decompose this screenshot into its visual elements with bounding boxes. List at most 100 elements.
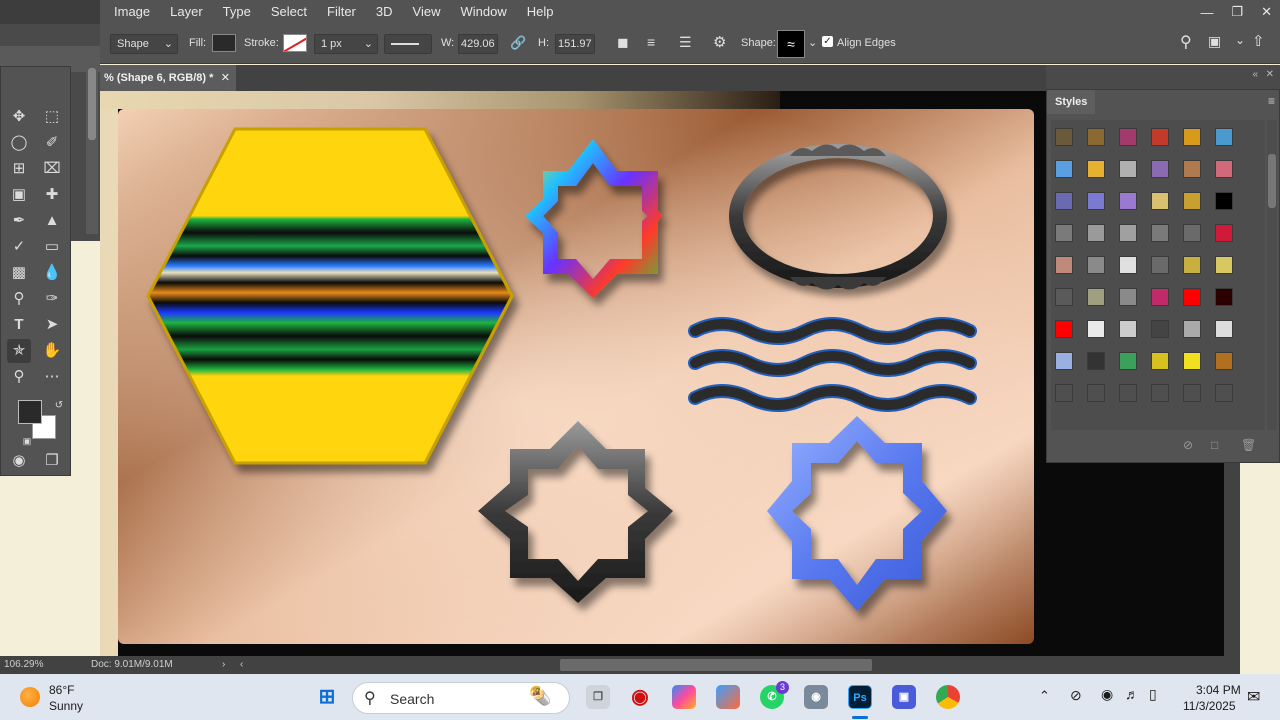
minimize-icon[interactable]: — (1200, 5, 1213, 20)
screen-mode-icon[interactable]: ❐ (40, 449, 64, 473)
style-swatch[interactable] (1119, 192, 1137, 210)
style-swatch[interactable] (1215, 320, 1233, 338)
camera-icon[interactable]: ◉ (804, 685, 828, 709)
new-style-icon[interactable]: □ (1211, 438, 1218, 452)
app-icon[interactable]: ▣ (892, 685, 916, 709)
task-view-icon[interactable]: ❐ (586, 685, 610, 709)
marquee-tool-icon[interactable]: ⬚ (40, 105, 64, 129)
wifi-icon[interactable]: ◉ (1101, 686, 1113, 703)
style-swatch[interactable] (1151, 160, 1169, 178)
style-swatch[interactable] (1183, 256, 1201, 274)
stroke-type-select[interactable] (384, 34, 432, 54)
blur-tool-icon[interactable]: 💧 (40, 261, 64, 285)
gradient-tool-icon[interactable]: ▩ (7, 261, 31, 285)
style-swatch[interactable] (1215, 256, 1233, 274)
style-swatch[interactable] (1151, 192, 1169, 210)
style-swatch[interactable] (1087, 160, 1105, 178)
healing-brush-tool-icon[interactable]: ✚ (40, 183, 64, 207)
collapse-panels-icon[interactable]: « (1252, 69, 1258, 80)
style-swatch[interactable] (1183, 320, 1201, 338)
horizontal-scrollbar-thumb[interactable] (560, 659, 872, 671)
eyedropper-tool-icon[interactable]: ▣ (7, 183, 31, 207)
style-swatch[interactable] (1087, 256, 1105, 274)
move-tool-icon[interactable]: ✥ (7, 105, 31, 129)
menu-view[interactable]: View (403, 0, 451, 24)
copilot-icon[interactable] (672, 685, 696, 709)
eraser-tool-icon[interactable]: ▭ (40, 235, 64, 259)
style-swatch[interactable] (1119, 288, 1137, 306)
fill-swatch[interactable] (212, 34, 236, 52)
style-swatch[interactable] (1087, 288, 1105, 306)
styles-tab[interactable]: Styles (1047, 90, 1095, 114)
document-size[interactable]: Doc: 9.01M/9.01M (91, 659, 173, 670)
trash-icon[interactable]: 🗑 (1241, 438, 1256, 452)
bluetooth-off-icon[interactable]: ⊘ (1070, 687, 1082, 704)
photoshop-taskbar-icon[interactable]: Ps (848, 685, 872, 709)
path-alignment-icon[interactable]: ≡ (647, 34, 655, 50)
style-swatch[interactable] (1183, 128, 1201, 146)
menu-select[interactable]: Select (261, 0, 317, 24)
volume-icon[interactable]: ♬ (1125, 686, 1139, 702)
chevron-left-icon[interactable]: ‹ (240, 659, 243, 670)
style-swatch[interactable] (1055, 128, 1073, 146)
style-swatch[interactable] (1119, 224, 1137, 242)
clock-date[interactable]: 11/3/2025 (1183, 699, 1236, 713)
menu-type[interactable]: Type (213, 0, 261, 24)
style-swatch[interactable] (1119, 352, 1137, 370)
style-swatch[interactable] (1183, 224, 1201, 242)
menu-filter[interactable]: Filter (317, 0, 366, 24)
store-icon[interactable] (716, 685, 740, 709)
zoom-level[interactable]: 106.29% (4, 659, 43, 670)
style-swatch[interactable] (1183, 192, 1201, 210)
style-swatch[interactable] (1055, 320, 1073, 338)
type-tool-icon[interactable]: T (7, 313, 31, 337)
style-swatch[interactable] (1119, 160, 1137, 178)
style-swatch[interactable] (1183, 352, 1201, 370)
shape-picker[interactable]: ≈ (777, 30, 805, 58)
style-swatch[interactable] (1151, 352, 1169, 370)
clone-stamp-tool-icon[interactable]: ▲ (40, 209, 64, 233)
hand-tool-icon[interactable]: ✋ (40, 339, 64, 363)
dodge-tool-icon[interactable]: ⚲ (7, 287, 31, 311)
scroll-thumb[interactable] (1268, 154, 1276, 208)
swap-colors-icon[interactable]: ↺ (47, 394, 71, 418)
record-icon[interactable]: ◉ (628, 685, 652, 709)
more-tools-icon[interactable]: ⋯ (40, 365, 64, 389)
style-swatch[interactable] (1119, 320, 1137, 338)
stroke-swatch[interactable] (283, 34, 307, 52)
width-input[interactable]: 429.06 (458, 34, 498, 54)
style-swatch[interactable] (1215, 160, 1233, 178)
clock-time[interactable]: 3:04 PM (1196, 683, 1241, 697)
vertical-scrollbar[interactable] (1224, 463, 1240, 656)
gear-icon[interactable]: ⚙ (713, 33, 726, 51)
style-swatch[interactable] (1119, 256, 1137, 274)
path-arrangement-icon[interactable]: ☰ (679, 34, 692, 51)
style-swatch[interactable] (1215, 352, 1233, 370)
clear-style-icon[interactable]: ⊘ (1183, 438, 1193, 452)
scroll-thumb[interactable] (88, 68, 96, 140)
stroke-width-field[interactable]: 1 px ⌄ (314, 34, 378, 54)
style-swatch[interactable] (1055, 160, 1073, 178)
style-swatch[interactable] (1183, 160, 1201, 178)
battery-icon[interactable]: ▯ (1149, 686, 1157, 703)
style-swatch[interactable] (1055, 224, 1073, 242)
style-swatch[interactable] (1087, 352, 1105, 370)
style-swatch[interactable] (1215, 128, 1233, 146)
notifications-icon[interactable]: ✉ (1247, 687, 1260, 707)
style-swatch[interactable] (1151, 128, 1169, 146)
panel-menu-icon[interactable]: ≡ (1268, 94, 1275, 108)
crop-tool-icon[interactable]: ⊞ (7, 157, 31, 181)
style-swatch[interactable] (1087, 224, 1105, 242)
left-scrollbar[interactable] (86, 64, 98, 234)
history-brush-tool-icon[interactable]: ✓ (7, 235, 31, 259)
height-input[interactable]: 151.97 (555, 34, 595, 54)
workspace-icon[interactable]: ▣ (1208, 33, 1221, 50)
style-swatch[interactable] (1215, 192, 1233, 210)
weather-condition[interactable]: Sunny (49, 699, 83, 713)
windows-start-icon[interactable]: ⊞ (315, 685, 339, 709)
menu-image[interactable]: Image (104, 0, 160, 24)
weather-temperature[interactable]: 86°F (49, 683, 74, 697)
quick-select-tool-icon[interactable]: ✐ (40, 131, 64, 155)
style-swatch[interactable] (1151, 224, 1169, 242)
style-swatch[interactable] (1087, 128, 1105, 146)
